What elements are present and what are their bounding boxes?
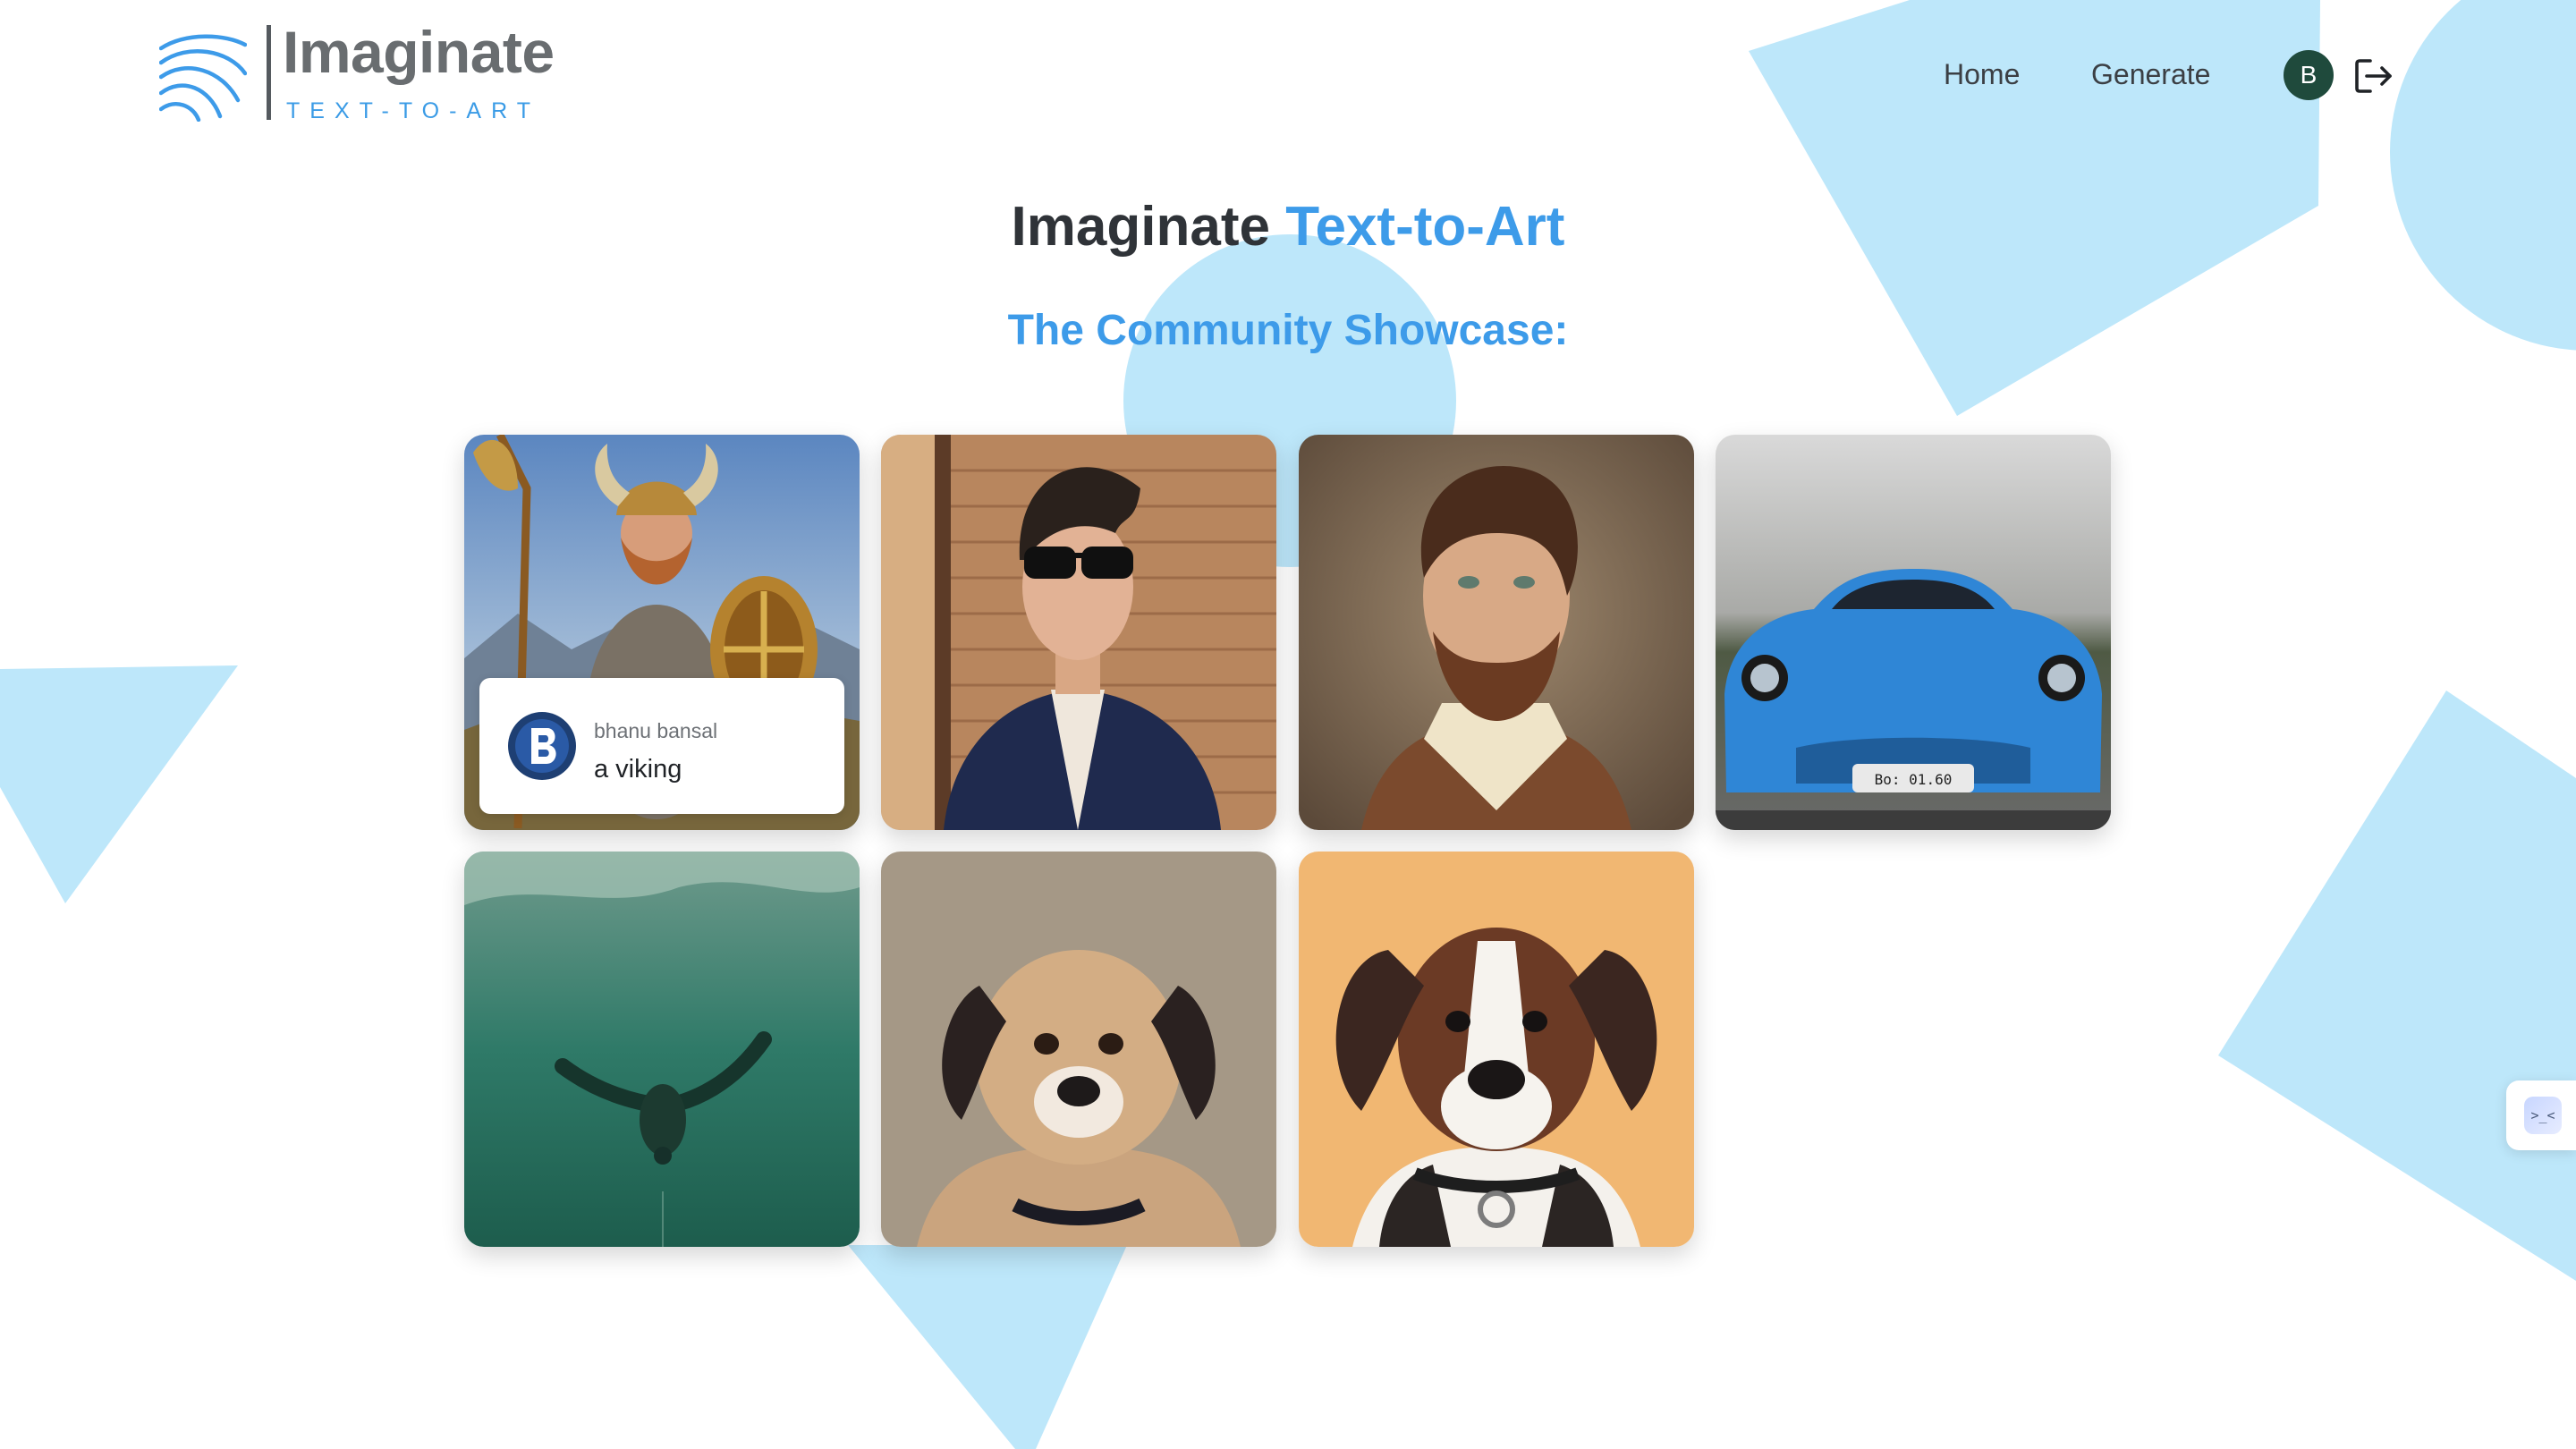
bearded-man-image bbox=[1299, 435, 1694, 830]
floating-assistant-widget[interactable]: >_< bbox=[2506, 1080, 2576, 1150]
showcase-heading: The Community Showcase: bbox=[1007, 307, 1569, 354]
user-avatar[interactable]: B bbox=[2284, 50, 2334, 100]
gallery-card-viking[interactable]: bhanu bansal a viking bbox=[464, 435, 860, 830]
logo-name: Imaginate bbox=[283, 19, 555, 85]
underwater-swimmer-image bbox=[464, 852, 860, 1247]
nav-generate-link[interactable]: Generate bbox=[2091, 58, 2210, 91]
bg-shape-bottom-triangle bbox=[848, 1245, 1127, 1449]
bg-shape-top-right-circle bbox=[2390, 0, 2576, 351]
assistant-face-icon: >_< bbox=[2524, 1097, 2562, 1134]
logo-waves-icon bbox=[159, 34, 247, 122]
dog-painting-image bbox=[1299, 852, 1694, 1247]
gallery-card-blue-car[interactable]: Bo: 01.60 bbox=[1716, 435, 2111, 830]
page-title-accent: Text-to-Art bbox=[1285, 196, 1565, 258]
logo-tagline: TEXT-TO-ART bbox=[286, 98, 540, 123]
puppy-image bbox=[881, 852, 1276, 1247]
logout-icon[interactable] bbox=[2354, 57, 2394, 95]
nav-home-link[interactable]: Home bbox=[1944, 58, 2020, 91]
author-name: bhanu bansal bbox=[594, 719, 718, 742]
gallery-card-puppy[interactable] bbox=[881, 852, 1276, 1247]
gallery-card-dog-painting[interactable] bbox=[1299, 852, 1694, 1247]
man-sunglasses-image bbox=[881, 435, 1276, 830]
gallery-card-man-sunglasses[interactable] bbox=[881, 435, 1276, 830]
image-prompt: a viking bbox=[594, 755, 682, 784]
gallery-card-bearded-man[interactable] bbox=[1299, 435, 1694, 830]
license-plate-text: Bo: 01.60 bbox=[1875, 771, 1953, 788]
page-title: Imaginate Text-to-Art bbox=[0, 195, 2576, 258]
bg-shape-left-triangle bbox=[0, 665, 238, 903]
bg-shape-right-square bbox=[2218, 691, 2576, 1281]
logo-divider bbox=[267, 25, 271, 120]
page-title-prefix: Imaginate bbox=[1011, 196, 1270, 258]
gallery-card-underwater[interactable] bbox=[464, 852, 860, 1247]
blue-car-image: Bo: 01.60 bbox=[1716, 435, 2111, 830]
author-avatar-icon bbox=[508, 712, 576, 780]
image-caption-card: bhanu bansal a viking bbox=[479, 678, 844, 814]
